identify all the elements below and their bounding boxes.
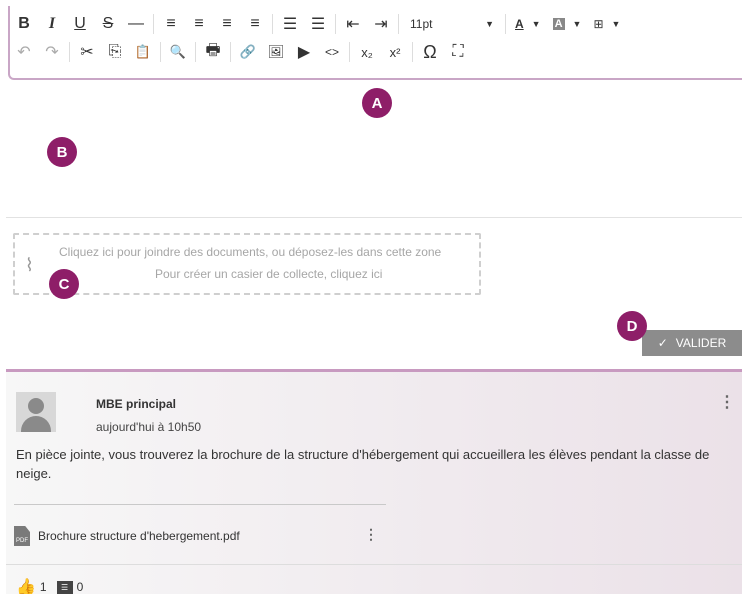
callout-badge-d: D [617,311,647,341]
undo-button[interactable]: ↶ [10,39,38,65]
superscript-button[interactable]: x² [381,39,409,65]
toolbar-separator [230,42,231,62]
redo-button[interactable]: ↷ [38,39,66,65]
indent-button[interactable]: ⇥ [367,11,395,37]
numbered-list-button[interactable]: ☰ [304,11,332,37]
toolbar-row-insert: ↶ ↷ ✂ ⎘ 📋 🔍 🖶 🔗 🖼 ▶ <> x₂ x² Ω ⛶ [10,38,472,66]
pdf-file-icon: PDF [14,526,30,546]
source-code-button[interactable]: <> [318,39,346,65]
like-count: 1 [39,580,47,594]
editor-toolbar: B I U S — ≡ ≡ ≡ ≡ ☰ ☰ ⇤ ⇥ 11pt ▼ A ▼ A ▼… [8,6,742,80]
post-author[interactable]: MBE principal [96,397,176,411]
toolbar-separator [195,42,196,62]
table-button[interactable]: ⊞ ▼ [587,11,626,37]
image-button[interactable]: 🖼 [262,39,290,65]
find-button[interactable]: 🔍 [164,39,192,65]
divider [14,504,386,505]
attachment-item[interactable]: PDF Brochure structure d'hebergement.pdf [14,526,240,546]
background-color-button[interactable]: A ▼ [547,11,588,37]
justify-button[interactable]: ≡ [241,11,269,37]
toolbar-separator [335,14,336,34]
validate-button[interactable]: ✓ VALIDER [642,330,742,356]
attach-instructions[interactable]: Cliquez ici pour joindre des documents, … [59,245,441,259]
post-card: MBE principal aujourd'hui à 10h50 ⋮ En p… [6,369,742,594]
toolbar-separator [505,14,506,34]
align-center-button[interactable]: ≡ [185,11,213,37]
text-color-button[interactable]: A ▼ [509,11,547,37]
bullet-list-button[interactable]: ☰ [276,11,304,37]
paste-button[interactable]: 📋 [129,39,157,65]
toolbar-separator [272,14,273,34]
fullscreen-button[interactable]: ⛶ [444,39,472,65]
collection-box-link[interactable]: Pour créer un casier de collecte, clique… [155,267,382,281]
reactions: 👍 1 ☰ 0 [16,577,83,594]
chevron-down-icon: ▼ [572,19,582,29]
table-icon: ⊞ [593,17,604,31]
attachment-menu-icon[interactable]: ⋮ [364,526,378,543]
validate-label: VALIDER [675,336,727,350]
special-character-button[interactable]: Ω [416,39,444,65]
check-icon: ✓ [657,336,668,350]
strikethrough-button[interactable]: S [94,11,122,37]
paperclip-icon: ⌇ [25,255,34,275]
post-footer: 👍 1 ☰ 0 [6,564,742,594]
attachment-filename[interactable]: Brochure structure d'hebergement.pdf [38,529,240,543]
comment-icon[interactable]: ☰ [56,580,73,594]
font-size-select[interactable]: 11pt ▼ [402,11,502,37]
cut-button[interactable]: ✂ [73,39,101,65]
underline-button[interactable]: U [66,11,94,37]
italic-button[interactable]: I [38,11,66,37]
chevron-down-icon: ▼ [485,19,494,29]
callout-badge-b: B [47,137,77,167]
background-color-icon: A [552,18,565,30]
thumbs-up-icon[interactable]: 👍 [16,577,36,594]
print-button[interactable]: 🖶 [199,39,227,65]
bold-button[interactable]: B [10,11,38,37]
toolbar-separator [349,42,350,62]
copy-button[interactable]: ⎘ [101,39,129,65]
toolbar-separator [69,42,70,62]
post-menu-icon[interactable]: ⋮ [719,392,735,412]
toolbar-separator [398,14,399,34]
link-button[interactable]: 🔗 [234,39,262,65]
toolbar-row-formatting: B I U S — ≡ ≡ ≡ ≡ ☰ ☰ ⇤ ⇥ 11pt ▼ A ▼ A ▼… [10,10,626,38]
chevron-down-icon: ▼ [611,19,621,29]
toolbar-separator [153,14,154,34]
font-size-value: 11pt [410,17,433,31]
comment-count: 0 [76,580,84,594]
avatar-body [21,416,51,432]
post-timestamp: aujourd'hui à 10h50 [96,420,202,434]
align-right-button[interactable]: ≡ [213,11,241,37]
media-button[interactable]: ▶ [290,39,318,65]
text-color-icon: A [515,17,524,31]
callout-badge-c: C [49,269,79,299]
outdent-button[interactable]: ⇤ [339,11,367,37]
subscript-button[interactable]: x₂ [353,39,381,65]
avatar [16,392,56,432]
attachment-dropzone[interactable]: ⌇ Cliquez ici pour joindre des documents… [13,233,481,295]
align-left-button[interactable]: ≡ [157,11,185,37]
toolbar-separator [412,42,413,62]
avatar-head [28,398,44,414]
horizontal-rule-button[interactable]: — [122,11,150,37]
chevron-down-icon: ▼ [531,19,541,29]
toolbar-separator [160,42,161,62]
editor-body[interactable] [6,84,742,218]
post-message: En pièce jointe, vous trouverez la broch… [16,447,710,481]
